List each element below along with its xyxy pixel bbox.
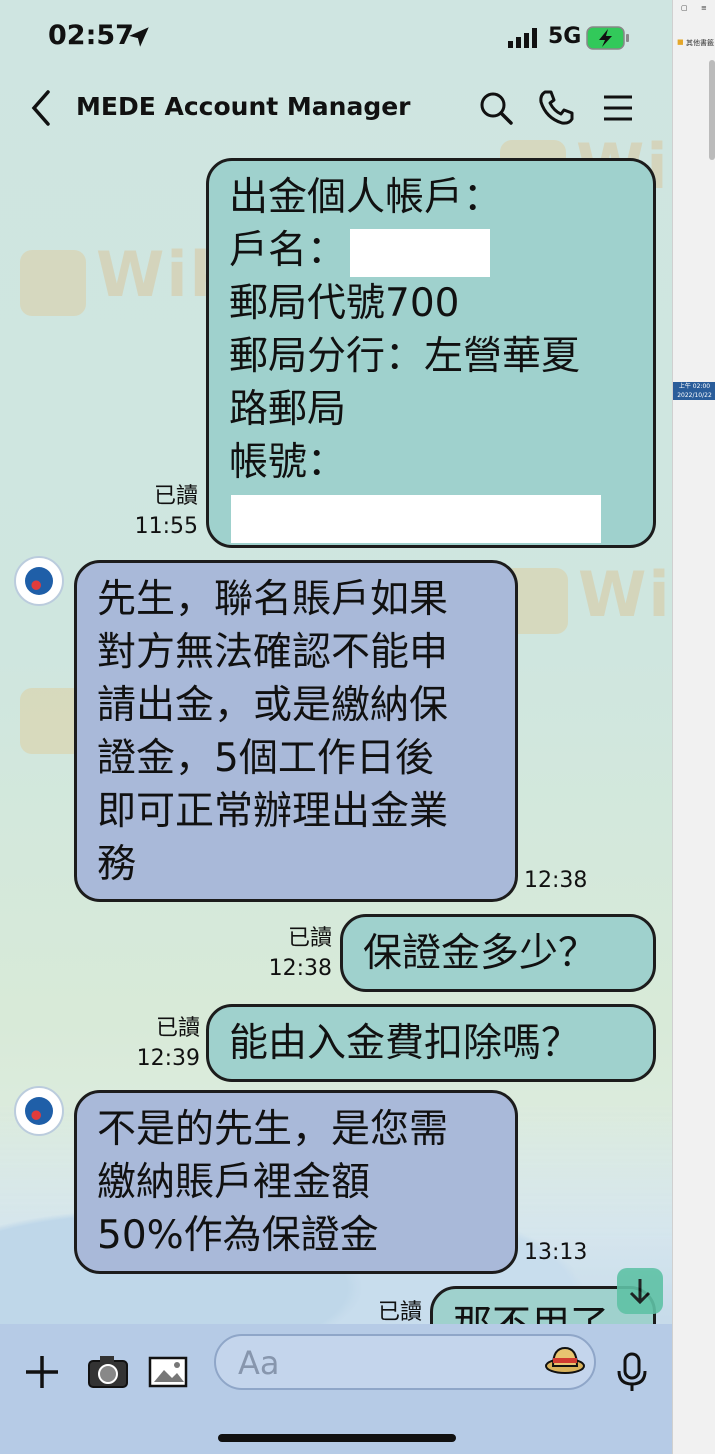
network-type: 5G (548, 24, 582, 49)
folder-icon[interactable]: ■ (677, 38, 684, 46)
message-line: 能由入金費扣除嗎？ (229, 1021, 581, 1066)
message-line: 對方無法確認不能申 (97, 630, 449, 675)
chat-title: MEDE Account Manager (76, 92, 411, 121)
message-line: 郵局代號700 (229, 281, 460, 326)
plus-icon[interactable] (20, 1350, 64, 1394)
signal-bars-icon (508, 28, 537, 48)
message-line: 繳納賬戶裡金額 (97, 1160, 371, 1205)
status-time: 02:57 (48, 20, 134, 51)
side-panel-icon-menu[interactable]: ≡ (701, 4, 707, 12)
redaction-box (350, 228, 491, 277)
message-line: 路郵局 (229, 387, 347, 432)
message-time: 13:13 (524, 1240, 588, 1265)
camera-icon[interactable] (86, 1350, 130, 1394)
message-line: 先生，聯名賬戶如果 (97, 577, 449, 622)
message-line: 即可正常辦理出金業 (97, 789, 449, 834)
input-placeholder: Aa (238, 1344, 280, 1382)
read-receipt: 已讀 (287, 926, 332, 951)
image-icon[interactable] (146, 1350, 190, 1394)
read-receipt: 已讀 (155, 1016, 200, 1041)
side-panel-scrollbar[interactable] (709, 60, 715, 160)
message-line: 不是的先生，是您需 (97, 1107, 449, 1152)
message-line: 郵局分行：左營華夏 (229, 334, 581, 379)
browser-side-panel: ▢ ≡ ■ 其他書籤 上午 02:00 2022/10/22 (672, 0, 715, 1454)
battery-charging-icon (586, 26, 629, 50)
message-meta: 已讀 12:38 (260, 924, 332, 984)
message-line: 證金，5個工作日後 (97, 736, 434, 781)
message-line: 請出金，或是繳納保 (97, 683, 449, 728)
message-line: 保證金多少？ (363, 931, 598, 976)
microphone-icon[interactable] (610, 1350, 654, 1394)
read-receipt: 已讀 (153, 484, 198, 509)
message-input-bar: Aa (0, 1324, 672, 1454)
message-meta: 已讀 12:39 (128, 1014, 200, 1074)
home-indicator (218, 1434, 456, 1442)
message-time: 12:38 (524, 868, 588, 893)
message-line-label: 戶名： (229, 228, 347, 273)
message-bubble-outgoing[interactable]: 保證金多少？ (340, 914, 656, 992)
message-time: 11:55 (134, 514, 198, 539)
phone-icon[interactable] (536, 88, 576, 128)
location-arrow-icon (129, 27, 149, 47)
chat-screen: WikiFX WikiFX WikiFX 02:57 5G MEDE Accou… (0, 0, 672, 1454)
message-time: 12:39 (136, 1046, 200, 1071)
taskbar-clock: 上午 02:00 2022/10/22 (673, 382, 715, 400)
message-bubble-incoming[interactable]: 不是的先生，是您需 繳納賬戶裡金額 50%作為保證金 (74, 1090, 518, 1274)
scroll-to-bottom-button[interactable] (617, 1268, 663, 1314)
chat-header: MEDE Account Manager (0, 72, 672, 148)
back-arrow-icon[interactable] (28, 90, 56, 126)
message-time: 12:38 (268, 956, 332, 981)
side-panel-icon-box[interactable]: ▢ (681, 4, 688, 12)
contact-avatar[interactable] (14, 1086, 64, 1136)
message-line: 出金個人帳戶： (229, 175, 503, 220)
message-bubble-outgoing[interactable]: 出金個人帳戶： 戶名： 郵局代號700 郵局分行：左營華夏 路郵局 帳號： (206, 158, 656, 548)
message-meta: 已讀 11:55 (128, 482, 198, 542)
message-list[interactable]: 出金個人帳戶： 戶名： 郵局代號700 郵局分行：左營華夏 路郵局 帳號： 已讀… (0, 148, 672, 1364)
clock-time: 上午 02:00 (678, 383, 711, 390)
message-line: 帳號： (229, 440, 347, 485)
message-bubble-incoming[interactable]: 先生，聯名賬戶如果 對方無法確認不能申 請出金，或是繳納保 證金，5個工作日後 … (74, 560, 518, 902)
arrow-down-icon (629, 1279, 651, 1305)
message-line: 戶名： (229, 224, 633, 277)
message-line: 50%作為保證金 (97, 1213, 379, 1258)
search-icon[interactable] (476, 88, 516, 128)
emoji-sticker-icon[interactable] (544, 1342, 586, 1382)
redaction-box (231, 494, 601, 543)
message-bubble-outgoing[interactable]: 能由入金費扣除嗎？ (206, 1004, 656, 1082)
menu-icon[interactable] (598, 88, 638, 128)
message-input[interactable]: Aa (214, 1334, 596, 1390)
contact-avatar[interactable] (14, 556, 64, 606)
clock-date: 2022/10/22 (677, 392, 712, 399)
status-bar: 02:57 5G (0, 0, 672, 72)
message-line: 務 (97, 842, 137, 887)
bookmark-folder-label[interactable]: 其他書籤 (686, 38, 714, 48)
